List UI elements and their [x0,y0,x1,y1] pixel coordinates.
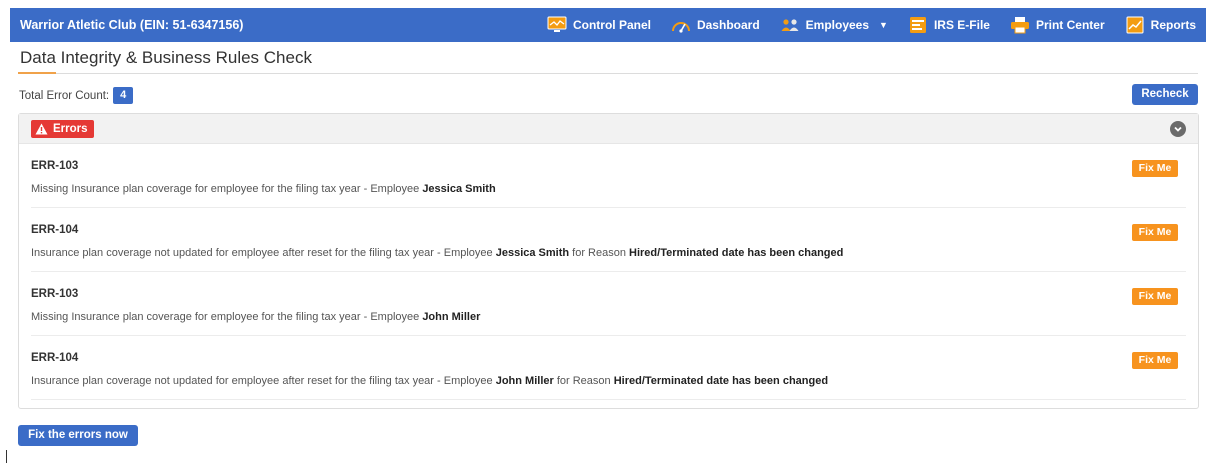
errors-panel-header[interactable]: Errors [19,114,1198,144]
main-nav: Control Panel Dashboard Employees ▼ IRS … [537,8,1206,42]
monitor-icon [547,16,567,34]
error-item: ERR-103 Missing Insurance plan coverage … [31,144,1186,208]
error-code: ERR-103 [31,288,79,300]
employee-name: Jessica Smith [422,183,496,195]
gauge-icon [671,16,691,34]
nav-control-panel-label: Control Panel [572,18,651,32]
error-item: ERR-103 Missing Insurance plan coverage … [31,272,1186,336]
company-name: Warrior Atletic Club (EIN: 51-6347156) [20,18,244,32]
text-cursor [6,450,7,463]
errors-label: Errors [53,123,88,135]
employee-name: John Miller [495,375,554,387]
errors-badge: Errors [31,120,94,138]
nav-employees-label: Employees [805,18,870,32]
error-item: ERR-104 Insurance plan coverage not upda… [31,208,1186,272]
errors-panel: Errors ERR-103 Missing Insurance plan co… [18,113,1199,409]
printer-icon [1010,16,1030,34]
error-message: Missing Insurance plan coverage for empl… [31,183,496,195]
title-divider [18,73,1198,74]
fix-me-button[interactable]: Fix Me [1132,288,1178,305]
title-accent-bar [18,72,56,74]
employee-name: John Miller [422,311,481,323]
error-reason: Hired/Terminated date has been changed [629,247,844,259]
total-error-label: Total Error Count: [19,89,110,102]
total-error-count: Total Error Count: 4 [19,87,134,104]
nav-dashboard-label: Dashboard [696,18,760,32]
error-item: ERR-104 Insurance plan coverage not upda… [31,336,1186,400]
recheck-button[interactable]: Recheck [1132,84,1198,105]
efile-icon [908,16,928,34]
fix-me-button[interactable]: Fix Me [1132,352,1178,369]
report-icon [1125,16,1145,34]
top-nav-bar: Warrior Atletic Club (EIN: 51-6347156) C… [10,8,1206,42]
nav-employees[interactable]: Employees ▼ [770,8,898,42]
nav-irs-efile-label: IRS E-File [933,18,990,32]
page-title: Data Integrity & Business Rules Check [20,48,312,67]
nav-dashboard[interactable]: Dashboard [661,8,770,42]
error-message: Insurance plan coverage not updated for … [31,375,829,387]
nav-print-center[interactable]: Print Center [1000,8,1115,42]
nav-reports-label: Reports [1150,18,1196,32]
error-code: ERR-103 [31,160,79,172]
error-reason: Hired/Terminated date has been changed [613,375,829,387]
nav-reports[interactable]: Reports [1115,8,1206,42]
nav-control-panel[interactable]: Control Panel [537,8,661,42]
fix-me-button[interactable]: Fix Me [1132,160,1178,177]
collapse-chevron-icon[interactable] [1170,121,1186,137]
error-list: ERR-103 Missing Insurance plan coverage … [19,144,1198,400]
error-count-badge: 4 [113,87,134,104]
error-code: ERR-104 [31,352,79,364]
warning-icon [35,123,48,135]
nav-print-center-label: Print Center [1035,18,1105,32]
employee-name: Jessica Smith [495,247,570,259]
people-icon [780,16,800,34]
error-message: Insurance plan coverage not updated for … [31,247,844,259]
error-code: ERR-104 [31,224,79,236]
fix-errors-now-button[interactable]: Fix the errors now [18,425,138,446]
chevron-down-icon: ▼ [879,20,888,30]
nav-irs-efile[interactable]: IRS E-File [898,8,1000,42]
fix-me-button[interactable]: Fix Me [1132,224,1178,241]
error-message: Missing Insurance plan coverage for empl… [31,311,481,323]
